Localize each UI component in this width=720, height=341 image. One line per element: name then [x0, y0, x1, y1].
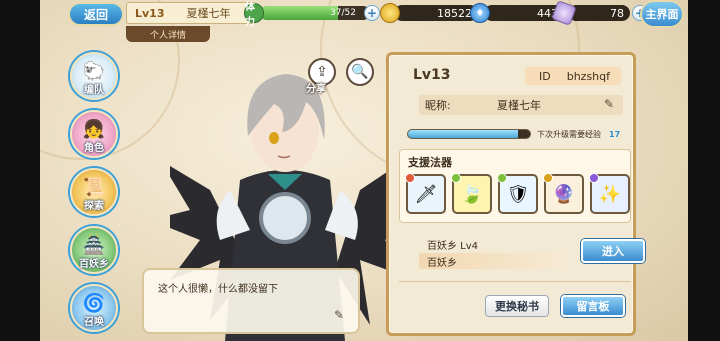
id-box: ID bhzshqf	[525, 67, 621, 85]
leaf-artifact-icon: 🍃	[460, 183, 484, 205]
exp-label: 下次升级需要经验	[537, 129, 601, 139]
change-secretary-button[interactable]: 更换秘书	[485, 295, 549, 317]
magnifier-icon: 🔍	[351, 64, 369, 80]
team-icon: 🐑	[82, 61, 106, 82]
dagger-artifact-icon: 🗡	[414, 183, 438, 205]
nickname-value: 夏槿七年	[497, 99, 541, 112]
top-bar: 返回 Lv13 夏槿七年 体力 37/52 + 18522 ♦ 443 78 +…	[40, 0, 688, 28]
nav-explore-button[interactable]: 📜 探索	[70, 168, 118, 216]
share-label: 分享	[306, 84, 326, 95]
rarity-dot	[543, 173, 553, 183]
nav-summon-label: 召唤	[84, 317, 104, 328]
character-eye	[269, 132, 279, 144]
gem-counter: ♦ 443	[470, 3, 564, 23]
support-artifacts: 支援法器 🗡 🍃 🛡 🔮 ✨	[399, 149, 631, 223]
share-icon: ⇪	[316, 64, 328, 80]
role-icon: 👧	[82, 119, 106, 140]
gem-icon: ♦	[470, 3, 490, 23]
divider	[399, 281, 631, 282]
coin-icon	[380, 3, 400, 23]
nav-role-label: 角色	[84, 143, 104, 154]
summon-icon: 🌀	[82, 293, 106, 314]
rarity-dot	[405, 173, 415, 183]
player-level: Lv13	[135, 6, 165, 20]
exp-row: 下次升级需要经验 17	[407, 127, 627, 141]
village-title: 百妖乡 Lv4	[427, 241, 479, 252]
edit-nickname-icon[interactable]: ✎	[601, 97, 617, 113]
artifact-slot-2[interactable]: 🍃	[451, 173, 492, 214]
support-title: 支援法器	[408, 156, 452, 169]
village-name: 百妖乡	[419, 253, 567, 269]
nickname-box: 昵称: 夏槿七年 ✎	[419, 95, 623, 115]
exp-fill	[408, 130, 518, 138]
explore-icon: 📜	[82, 177, 106, 198]
add-stamina-button[interactable]: +	[364, 5, 380, 21]
nav-village-label: 百妖乡	[79, 259, 109, 270]
stamina-bar: 37/52	[260, 6, 370, 20]
game-screen: 返回 Lv13 夏槿七年 体力 37/52 + 18522 ♦ 443 78 +…	[40, 0, 688, 341]
id-value: bhzshqf	[566, 69, 611, 83]
armor-artifact-icon: 🛡	[506, 183, 530, 205]
nav-village-button[interactable]: 🏯 百妖乡	[70, 226, 118, 274]
rarity-dot	[497, 173, 507, 183]
orb-artifact-icon: 🔮	[552, 183, 576, 205]
nav-team-label: 编队	[84, 85, 104, 96]
exp-bar	[407, 129, 531, 139]
rarity-dot	[451, 173, 461, 183]
edit-bio-icon[interactable]: ✎	[334, 308, 350, 324]
crystal-value: 78	[568, 5, 630, 21]
exp-value: 17	[609, 129, 621, 139]
crystal-counter: 78 +	[551, 0, 648, 26]
nav-summon-button[interactable]: 🌀 召唤	[70, 284, 118, 332]
stamina-text: 37/52	[330, 8, 356, 18]
profile-panel: Lv13 ID bhzshqf 昵称: 夏槿七年 ✎ 下次升级需要经验 17 支…	[386, 52, 645, 336]
player-level-box: Lv13 夏槿七年	[126, 2, 256, 24]
enter-village-button[interactable]: 进入	[581, 239, 645, 263]
artifact-slot-1[interactable]: 🗡	[405, 173, 446, 214]
profile-level: Lv13	[413, 67, 451, 83]
staff-artifact-icon: ✨	[598, 183, 622, 205]
zoom-button[interactable]: 🔍	[346, 58, 374, 86]
artifact-slot-4[interactable]: 🔮	[543, 173, 584, 214]
nav-team-button[interactable]: 🐑 编队	[70, 52, 118, 100]
back-button[interactable]: 返回	[68, 2, 124, 26]
nickname-label: 昵称:	[425, 99, 451, 112]
stamina-icon: 体力	[244, 2, 264, 28]
message-board-button[interactable]: 留言板	[561, 295, 625, 317]
village-icon: 🏯	[82, 235, 106, 256]
artifact-slot-5[interactable]: ✨	[589, 173, 630, 214]
stamina-fill	[260, 6, 339, 20]
nav-role-button[interactable]: 👧 角色	[70, 110, 118, 158]
artifact-slot-3[interactable]: 🛡	[497, 173, 538, 214]
crystal-icon	[551, 0, 577, 26]
nav-explore-label: 探索	[84, 201, 104, 212]
bio-box: 这个人很懒，什么都没留下 ✎	[142, 268, 360, 334]
bio-text: 这个人很懒，什么都没留下	[158, 284, 278, 295]
coin-counter: 18522	[380, 3, 478, 23]
stamina-meter: 体力 37/52 +	[244, 2, 380, 28]
rarity-dot	[589, 173, 599, 183]
id-label: ID	[539, 69, 551, 83]
coin-value: 18522	[394, 5, 478, 21]
chest-mirror	[259, 192, 311, 244]
home-button[interactable]: 主界面	[640, 0, 684, 28]
player-name: 夏槿七年	[186, 7, 231, 20]
